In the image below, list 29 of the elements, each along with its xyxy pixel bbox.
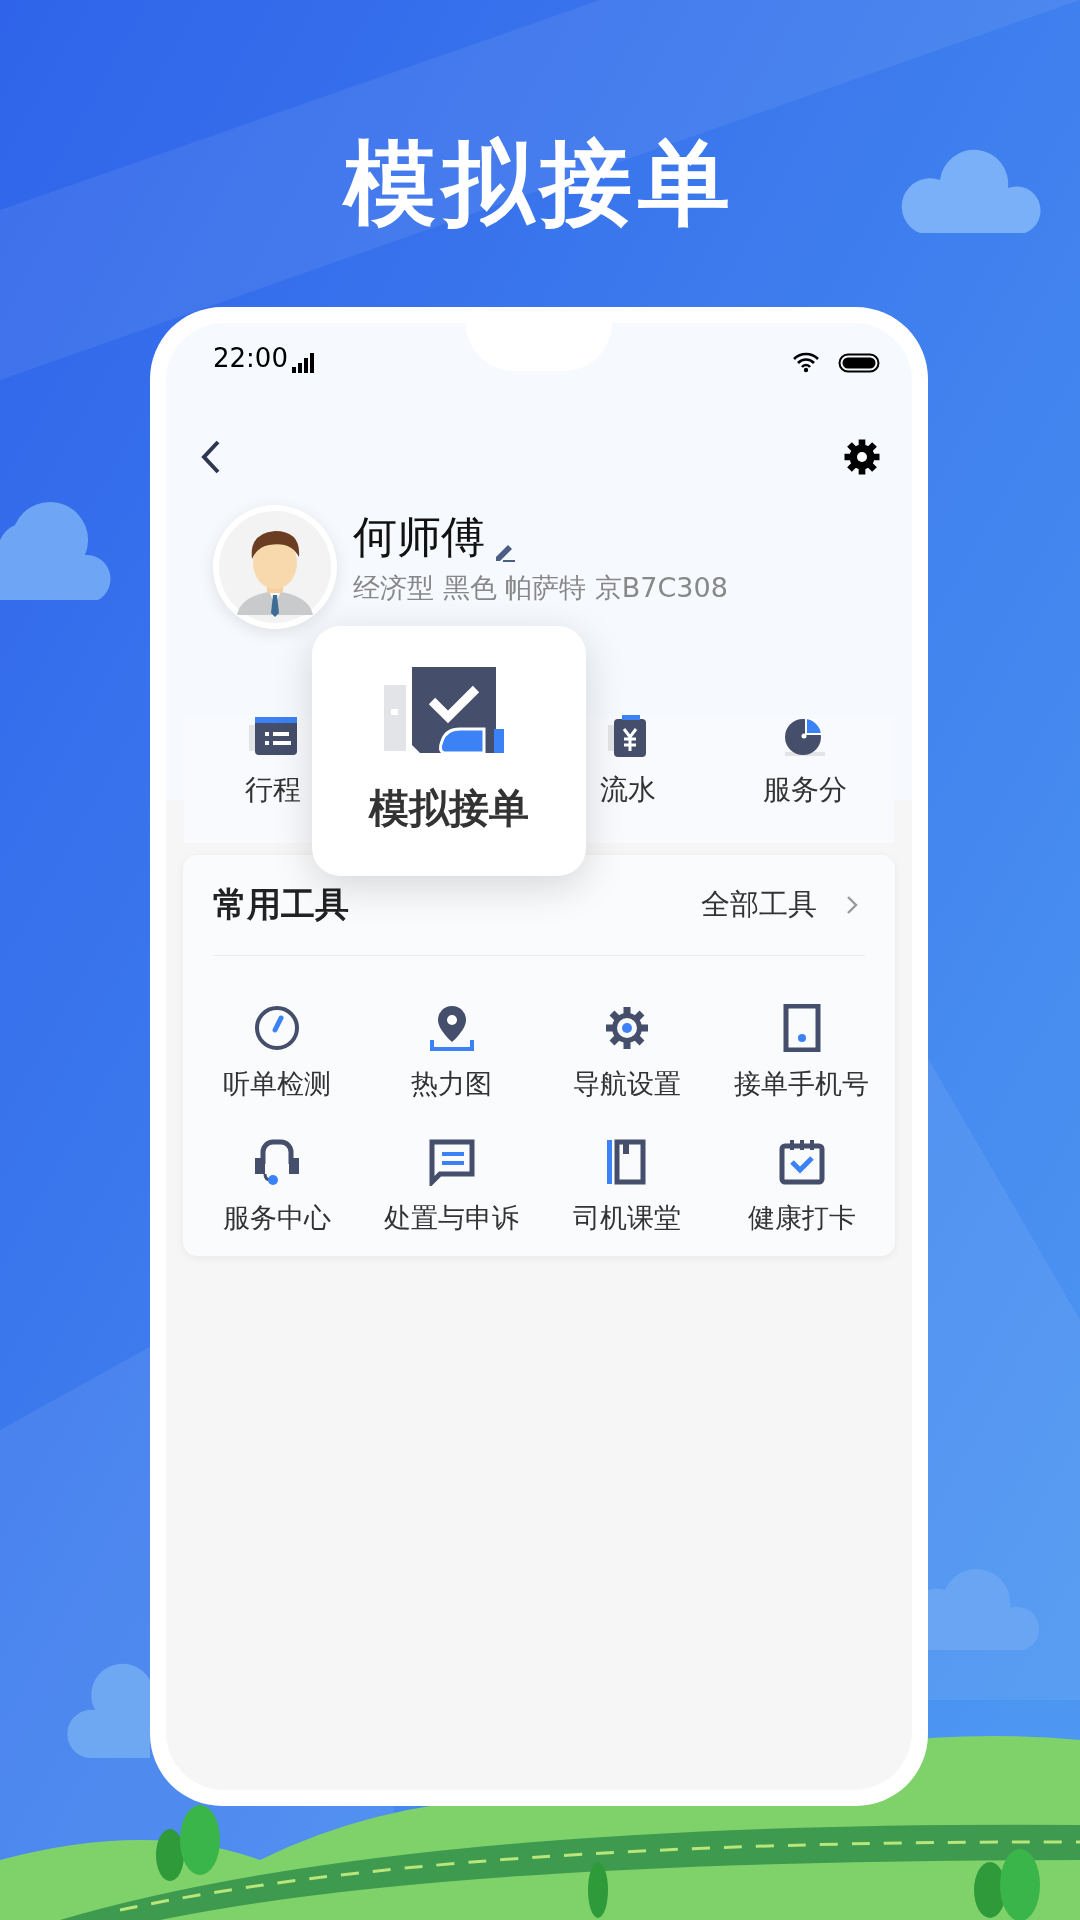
tool-item[interactable]: 听单检测 [189, 1004, 364, 1102]
driver-name: 何师傅 [353, 510, 485, 564]
back-button[interactable] [200, 439, 222, 475]
tool-item[interactable]: 健康打卡 [714, 1138, 889, 1236]
book-icon [604, 1138, 649, 1186]
gauge-icon [252, 1004, 301, 1052]
location-pin-icon [427, 1004, 476, 1052]
tool-item[interactable]: 司机课堂 [539, 1138, 714, 1236]
vehicle-info: 经济型 黑色 帕萨特 京B7C308 [353, 571, 728, 605]
status-time: 22:00 [213, 343, 288, 373]
calendar-check-icon [777, 1138, 826, 1186]
battery-icon [838, 353, 880, 373]
settings-button[interactable] [842, 437, 882, 477]
message-icon [427, 1138, 476, 1186]
chevron-right-icon [845, 894, 859, 916]
phone-icon [781, 1004, 822, 1052]
quick-action[interactable]: 服务分 [716, 715, 894, 825]
signal-icon [291, 353, 314, 373]
tool-item[interactable]: 处置与申诉 [364, 1138, 539, 1236]
tool-item[interactable]: 服务中心 [189, 1138, 364, 1236]
headset-icon [252, 1138, 301, 1186]
tool-item[interactable]: 热力图 [364, 1004, 539, 1102]
wifi-icon [792, 351, 820, 373]
popup-card[interactable]: 模拟接单 [312, 626, 586, 876]
tool-item[interactable]: 导航设置 [539, 1004, 714, 1102]
tool-item[interactable]: 接单手机号 [714, 1004, 889, 1102]
section-title: 常用工具 [213, 883, 349, 926]
all-tools-link[interactable]: 全部工具 [701, 885, 865, 925]
page-headline: 模拟接单 [344, 129, 736, 238]
